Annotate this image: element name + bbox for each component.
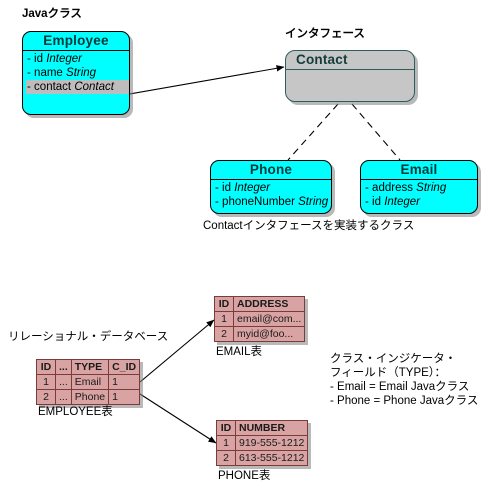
attribute-name: name — [34, 67, 63, 79]
table-row[interactable]: 2 613-555-1212 — [216, 450, 309, 466]
attribute-type: String — [298, 196, 329, 208]
db-table-email[interactable]: ID ADDRESS 1 email@com... 2 myid@foo... — [214, 296, 306, 342]
table-cell: 2 — [214, 326, 234, 342]
association-employee-contact — [123, 65, 285, 96]
class-attribute-highlighted: - contact Contact — [26, 80, 129, 94]
table-header-row: ID NUMBER — [216, 420, 309, 436]
attribute-type: Contact — [74, 81, 114, 93]
class-attribute: - name String — [26, 66, 129, 80]
attribute-visibility: - — [365, 196, 369, 208]
table-cell: 1 — [214, 311, 234, 327]
table-cell: 613-555-1212 — [234, 450, 309, 466]
table-cell: ... — [55, 374, 72, 390]
class-attribute: - id Integer — [364, 195, 477, 209]
class-attribute: - id Integer — [214, 181, 331, 195]
table-cell: email@com... — [232, 311, 306, 327]
note-line: - Email = Email Javaクラス — [330, 381, 470, 393]
table-cell: ... — [55, 389, 72, 405]
table-header-row: ID ... TYPE C_ID — [36, 359, 141, 375]
class-indicator-note: クラス・インジケータ・ フィールド（TYPE）： - Email = Email… — [330, 352, 478, 408]
attribute-visibility: - — [27, 81, 31, 93]
db-table-employee[interactable]: ID ... TYPE C_ID 1 ... Email 1 2 ... Pho… — [36, 359, 141, 405]
column-header: TYPE — [70, 359, 110, 375]
attribute-name: contact — [34, 81, 72, 93]
attribute-visibility: - — [27, 67, 31, 79]
class-attribute: - id Integer — [26, 52, 129, 66]
table-cell: Email — [70, 374, 110, 390]
class-attributes-email: - address String - id Integer — [361, 180, 477, 209]
phone-table-caption: PHONE表 — [218, 470, 271, 482]
table-cell: myid@foo... — [232, 326, 306, 342]
table-cell: 1 — [108, 374, 141, 390]
implements-caption: Contactインタフェースを実装するクラス — [203, 220, 415, 232]
class-attributes-employee: - id Integer - name String - contact Con… — [23, 51, 129, 94]
table-cell: 919-555-1212 — [234, 435, 309, 451]
attribute-type: String — [416, 182, 447, 194]
class-box-phone[interactable]: Phone - id Integer - phoneNumber String — [210, 160, 332, 214]
class-box-employee[interactable]: Employee - id Integer - name String - co… — [22, 31, 130, 115]
attribute-visibility: - — [215, 196, 219, 208]
column-header: ADDRESS — [232, 296, 306, 312]
attribute-type: String — [66, 67, 97, 79]
class-title-phone: Phone — [211, 161, 331, 180]
table-row[interactable]: 1 919-555-1212 — [216, 435, 309, 451]
table-row[interactable]: 1 email@com... — [214, 311, 306, 327]
fk-employee-email — [139, 319, 215, 383]
note-line: クラス・インジケータ・ — [330, 353, 457, 365]
class-box-email[interactable]: Email - address String - id Integer — [360, 160, 478, 214]
table-cell: Phone — [70, 389, 110, 405]
table-row[interactable]: 1 ... Email 1 — [36, 374, 141, 390]
attribute-name: address — [372, 182, 413, 194]
diagram-canvas: Javaクラス Employee - id Integer - name Str… — [0, 0, 500, 500]
attribute-name: id — [34, 53, 43, 65]
realization-contact-email — [351, 103, 401, 161]
column-header: ... — [55, 359, 72, 375]
column-header: NUMBER — [234, 420, 309, 436]
attribute-type: Integer — [234, 182, 271, 194]
attribute-name: id — [222, 182, 231, 194]
class-title-email: Email — [361, 161, 477, 180]
employee-table-caption: EMPLOYEE表 — [38, 406, 113, 418]
column-header: ID — [216, 420, 236, 436]
column-header: ID — [214, 296, 234, 312]
table-cell: 2 — [36, 389, 56, 405]
java-class-label: Javaクラス — [22, 8, 82, 20]
table-header-row: ID ADDRESS — [214, 296, 306, 312]
table-row[interactable]: 2 myid@foo... — [214, 326, 306, 342]
attribute-type: Integer — [384, 196, 421, 208]
db-table-phone[interactable]: ID NUMBER 1 919-555-1212 2 613-555-1212 — [216, 420, 309, 466]
table-cell: 1 — [108, 389, 141, 405]
attribute-type: Integer — [46, 53, 83, 65]
table-cell: 1 — [216, 435, 236, 451]
attribute-visibility: - — [365, 182, 369, 194]
interface-title-contact: Contact — [286, 51, 414, 70]
interface-box-contact[interactable]: Contact — [285, 50, 415, 102]
class-attributes-phone: - id Integer - phoneNumber String — [211, 180, 331, 209]
attribute-name: phoneNumber — [222, 196, 295, 208]
table-cell: 2 — [216, 450, 236, 466]
attribute-visibility: - — [27, 53, 31, 65]
note-line: フィールド（TYPE）： — [330, 367, 447, 379]
class-attribute: - address String — [364, 181, 477, 195]
fk-employee-phone — [139, 393, 217, 444]
class-title-employee: Employee — [23, 32, 129, 51]
column-header: C_ID — [108, 359, 141, 375]
note-line: - Phone = Phone Javaクラス — [330, 395, 479, 407]
interface-body-contact — [286, 70, 414, 96]
interface-label: インタフェース — [285, 28, 365, 40]
relational-db-label: リレーショナル・データベース — [8, 331, 169, 343]
column-header: ID — [36, 359, 56, 375]
class-attribute: - phoneNumber String — [214, 195, 331, 209]
table-cell: 1 — [36, 374, 56, 390]
table-row[interactable]: 2 ... Phone 1 — [36, 389, 141, 405]
realization-contact-phone — [287, 103, 339, 161]
email-table-caption: EMAIL表 — [216, 346, 263, 358]
attribute-visibility: - — [215, 182, 219, 194]
attribute-name: id — [372, 196, 381, 208]
